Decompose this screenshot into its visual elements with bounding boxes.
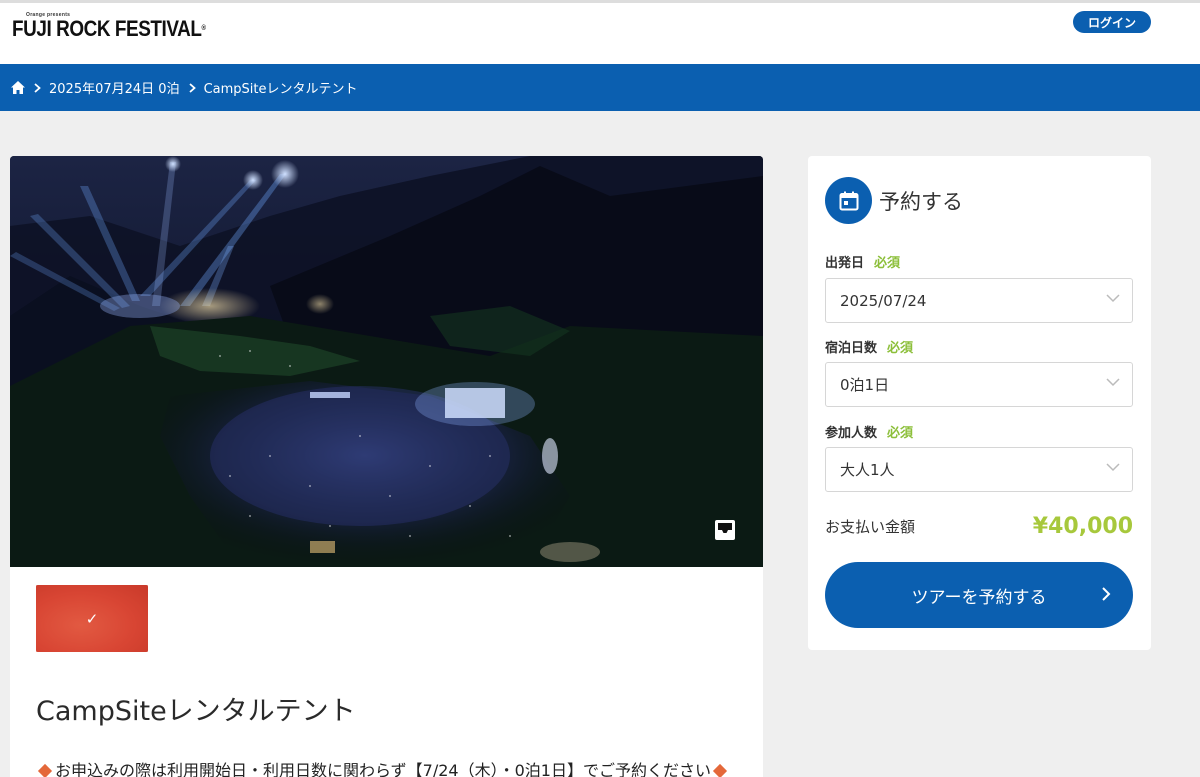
book-tour-button-label: ツアーを予約する [911,587,1047,608]
participants-label-text: 参加人数 [825,426,878,441]
diamond-icon [37,763,53,777]
breadcrumb: 2025年07月24日 0泊 CampSiteレンタルテント [0,64,1200,111]
chevron-right-icon [1102,587,1111,601]
booking-title: 予約する [879,189,963,214]
departure-date-label-text: 出発日 [825,256,865,271]
logo-text: FUJI ROCK FESTIVAL [12,16,202,41]
product-title: CampSiteレンタルテント [36,696,356,727]
check-icon: ✓ [85,609,99,628]
diamond-icon [712,763,728,777]
participants-label: 参加人数 必須 [825,422,913,441]
login-button[interactable]: ログイン [1073,11,1151,33]
site-header: Orange presents FUJI ROCK FESTIVAL® ログイン [0,0,1200,64]
nights-select[interactable]: 0泊1日 [825,362,1133,407]
logo-mark: ® [201,25,206,32]
price-row: お支払い金額 ¥40,000 [825,511,1133,541]
calendar-icon [825,177,872,224]
chevron-down-icon [1106,463,1120,472]
gallery-icon[interactable] [714,519,736,541]
price-value: ¥40,000 [1032,513,1133,539]
book-tour-button[interactable]: ツアーを予約する [825,562,1133,628]
chevron-right-icon [34,82,41,93]
departure-date-label: 出発日 必須 [825,252,900,271]
required-badge: 必須 [874,256,901,271]
departure-date-select[interactable]: 2025/07/24 [825,278,1133,323]
home-icon[interactable] [11,81,25,94]
participants-value: 大人1人 [840,461,895,479]
required-badge: 必須 [887,341,914,356]
breadcrumb-item-date[interactable]: 2025年07月24日 0泊 [49,78,180,97]
booking-notice-text: お申込みの際は利用開始日・利用日数に関わらず【7/24（木）・0泊1日】でご予約… [55,761,711,777]
nights-value: 0泊1日 [840,376,890,394]
booking-panel: 予約する 出発日 必須 2025/07/24 宿泊日数 必須 0泊1日 参加人数 必須… [808,156,1151,650]
thumbnail-strip: ✓ [36,585,148,652]
hero-image[interactable] [10,156,763,567]
chevron-down-icon [1106,294,1120,303]
price-label: お支払い金額 [825,517,916,536]
breadcrumb-item-current: CampSiteレンタルテント [203,82,358,97]
fuji-rock-logo[interactable]: Orange presents FUJI ROCK FESTIVAL® [12,13,237,40]
nights-label: 宿泊日数 必須 [825,337,913,356]
chevron-down-icon [1106,378,1120,387]
departure-date-value: 2025/07/24 [840,291,927,310]
festival-night-photo [10,156,763,567]
chevron-right-icon [188,82,196,93]
booking-notice: お申込みの際は利用開始日・利用日数に関わらず【7/24（木）・0泊1日】でご予約… [36,757,730,777]
product-card: ✓ CampSiteレンタルテント お申込みの際は利用開始日・利用日数に関わらず… [10,156,763,777]
participants-select[interactable]: 大人1人 [825,447,1133,492]
thumbnail-selected[interactable]: ✓ [36,585,148,652]
booking-header: 予約する [825,177,963,224]
nights-label-text: 宿泊日数 [825,341,878,356]
required-badge: 必須 [887,426,914,441]
